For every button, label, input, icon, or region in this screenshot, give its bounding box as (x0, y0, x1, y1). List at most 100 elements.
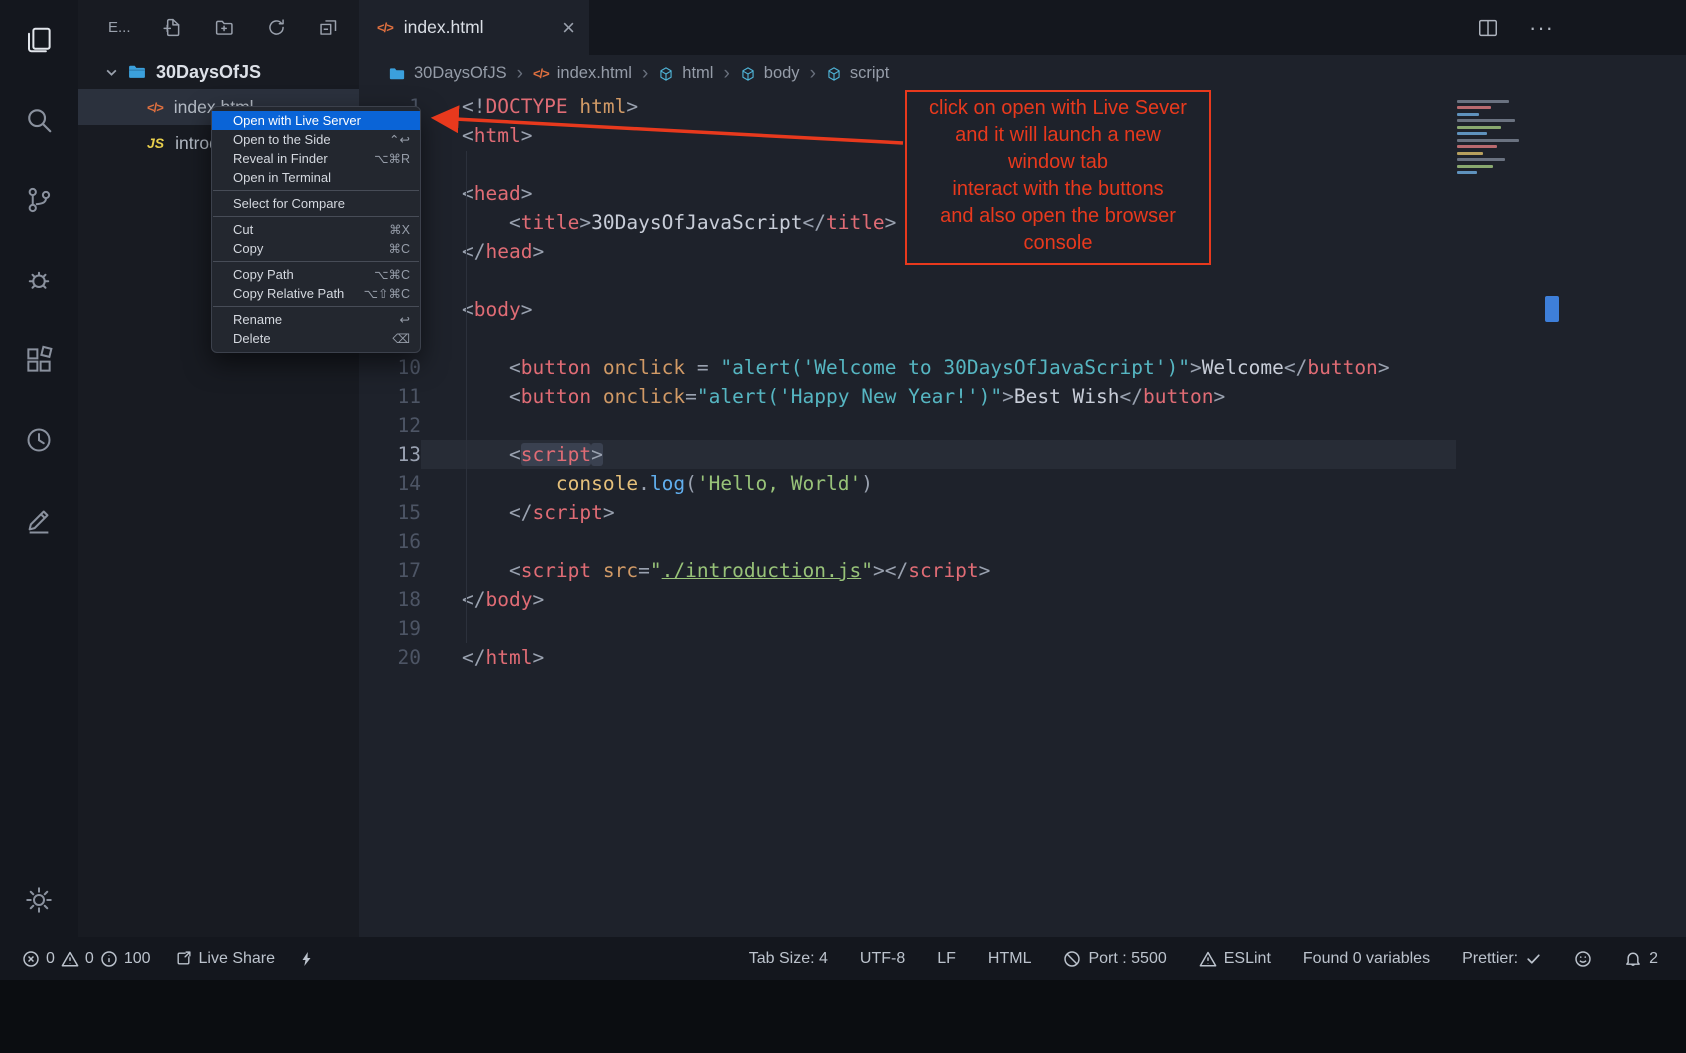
live-share-status[interactable]: Live Share (175, 950, 276, 968)
menu-item-copy-relative-path[interactable]: Copy Relative Path⌥⇧⌘C (212, 284, 420, 303)
code-line-7[interactable]: 7 (359, 266, 1686, 295)
line-content[interactable] (421, 266, 1456, 295)
code-line-14[interactable]: 14 console.log('Hello, World') (359, 469, 1686, 498)
code-line-13[interactable]: 13 <script> (359, 440, 1686, 469)
line-number[interactable]: 20 (359, 643, 421, 672)
code-line-18[interactable]: 18</body> (359, 585, 1686, 614)
breadcrumb-label: body (764, 64, 800, 83)
error-icon (22, 950, 40, 968)
bolt-status[interactable] (299, 951, 315, 967)
code-line-17[interactable]: 17 <script src="./introduction.js"></scr… (359, 556, 1686, 585)
activity-item-feedback[interactable] (0, 480, 78, 560)
activity-item-settings[interactable] (0, 860, 78, 940)
menu-separator (213, 216, 419, 217)
line-content[interactable]: <button onclick="alert('Happy New Year!'… (421, 382, 1456, 411)
folder-name: 30DaysOfJS (156, 62, 261, 83)
code-line-12[interactable]: 12 (359, 411, 1686, 440)
split-editor-icon[interactable] (1477, 17, 1499, 39)
menu-item-rename[interactable]: Rename↩ (212, 310, 420, 329)
code-line-20[interactable]: 20</html> (359, 643, 1686, 672)
line-number[interactable]: 11 (359, 382, 421, 411)
line-content[interactable]: <script> (421, 440, 1456, 469)
line-content[interactable] (421, 324, 1456, 353)
circle-slash-icon (1063, 950, 1081, 968)
breadcrumb-item-html[interactable]: html (658, 64, 713, 83)
breadcrumb-separator: › (810, 64, 816, 83)
line-content[interactable]: </script> (421, 498, 1456, 527)
code-line-8[interactable]: 8<body> (359, 295, 1686, 324)
activity-item-source-control[interactable] (0, 160, 78, 240)
close-icon[interactable]: × (562, 17, 575, 39)
activity-item-extensions[interactable] (0, 320, 78, 400)
activity-item-explorer[interactable] (0, 0, 78, 80)
breadcrumb-item-folder[interactable]: 30DaysOfJS (388, 64, 507, 83)
breadcrumb-item-script[interactable]: script (826, 64, 889, 83)
symbol-cube-icon (658, 66, 674, 82)
line-content[interactable]: <script src="./introduction.js"></script… (421, 556, 1456, 585)
line-number[interactable]: 10 (359, 353, 421, 382)
line-number[interactable]: 19 (359, 614, 421, 643)
tree-folder-30daysofjs[interactable]: 30DaysOfJS (78, 55, 359, 89)
line-content[interactable] (421, 614, 1456, 643)
line-content[interactable]: console.log('Hello, World') (421, 469, 1456, 498)
code-line-10[interactable]: 10 <button onclick = "alert('Welcome to … (359, 353, 1686, 382)
new-folder-icon[interactable] (214, 17, 235, 38)
menu-item-select-for-compare[interactable]: Select for Compare (212, 194, 420, 213)
notifications-status[interactable]: 2 (1624, 950, 1658, 968)
activity-item-timeline[interactable] (0, 400, 78, 480)
line-number[interactable]: 13 (359, 440, 421, 469)
minimap[interactable] (1457, 96, 1545, 178)
line-content[interactable]: </body> (421, 585, 1456, 614)
bell-icon (1624, 950, 1642, 968)
smiley-icon (1574, 950, 1592, 968)
line-number[interactable]: 16 (359, 527, 421, 556)
line-content[interactable]: <button onclick = "alert('Welcome to 30D… (421, 353, 1456, 382)
eslint-status[interactable]: ESLint (1199, 950, 1271, 968)
breadcrumb: 30DaysOfJS › </> index.html › html › bod… (359, 55, 1686, 92)
problems-status[interactable]: 0 0 100 (22, 950, 151, 968)
line-number[interactable]: 15 (359, 498, 421, 527)
refresh-icon[interactable] (266, 17, 287, 38)
line-number[interactable]: 18 (359, 585, 421, 614)
line-content[interactable]: <body> (421, 295, 1456, 324)
language-status[interactable]: HTML (988, 950, 1032, 968)
code-line-9[interactable]: 9 (359, 324, 1686, 353)
more-actions-icon[interactable]: ··· (1529, 15, 1554, 41)
line-content[interactable] (421, 411, 1456, 440)
breadcrumb-item-file[interactable]: </> index.html (533, 64, 632, 83)
menu-item-open-with-live-server[interactable]: Open with Live Server (212, 111, 420, 130)
code-line-19[interactable]: 19 (359, 614, 1686, 643)
menu-item-delete[interactable]: Delete⌫ (212, 329, 420, 348)
variables-status[interactable]: Found 0 variables (1303, 950, 1430, 968)
eol-status[interactable]: LF (937, 950, 956, 968)
tab-index-html[interactable]: </> index.html × (359, 0, 589, 55)
feedback-smiley[interactable] (1574, 950, 1592, 968)
line-number[interactable]: 17 (359, 556, 421, 585)
breadcrumb-item-body[interactable]: body (740, 64, 800, 83)
tab-size-status[interactable]: Tab Size: 4 (749, 950, 828, 968)
encoding-status[interactable]: UTF-8 (860, 950, 905, 968)
symbol-cube-icon (826, 66, 842, 82)
line-content[interactable] (421, 527, 1456, 556)
activity-item-search[interactable] (0, 80, 78, 160)
port-status[interactable]: Port : 5500 (1063, 950, 1166, 968)
line-number[interactable]: 14 (359, 469, 421, 498)
menu-item-copy-path[interactable]: Copy Path⌥⌘C (212, 265, 420, 284)
menu-item-open-to-the-side[interactable]: Open to the Side⌃↩ (212, 130, 420, 149)
prettier-status[interactable]: Prettier: (1462, 950, 1542, 968)
activity-item-run-debug[interactable] (0, 240, 78, 320)
code-line-11[interactable]: 11 <button onclick="alert('Happy New Yea… (359, 382, 1686, 411)
line-content[interactable]: </html> (421, 643, 1456, 672)
code-line-15[interactable]: 15 </script> (359, 498, 1686, 527)
annotation-line: and it will launch a new (907, 122, 1209, 149)
menu-item-copy[interactable]: Copy⌘C (212, 239, 420, 258)
new-file-icon[interactable] (162, 17, 183, 38)
menu-item-reveal-in-finder[interactable]: Reveal in Finder⌥⌘R (212, 149, 420, 168)
menu-item-cut[interactable]: Cut⌘X (212, 220, 420, 239)
annotation-line: click on open with Live Sever (907, 95, 1209, 122)
menu-item-shortcut: ⌘C (388, 241, 410, 256)
line-number[interactable]: 12 (359, 411, 421, 440)
code-line-16[interactable]: 16 (359, 527, 1686, 556)
collapse-all-icon[interactable] (318, 17, 339, 38)
menu-item-open-in-terminal[interactable]: Open in Terminal (212, 168, 420, 187)
